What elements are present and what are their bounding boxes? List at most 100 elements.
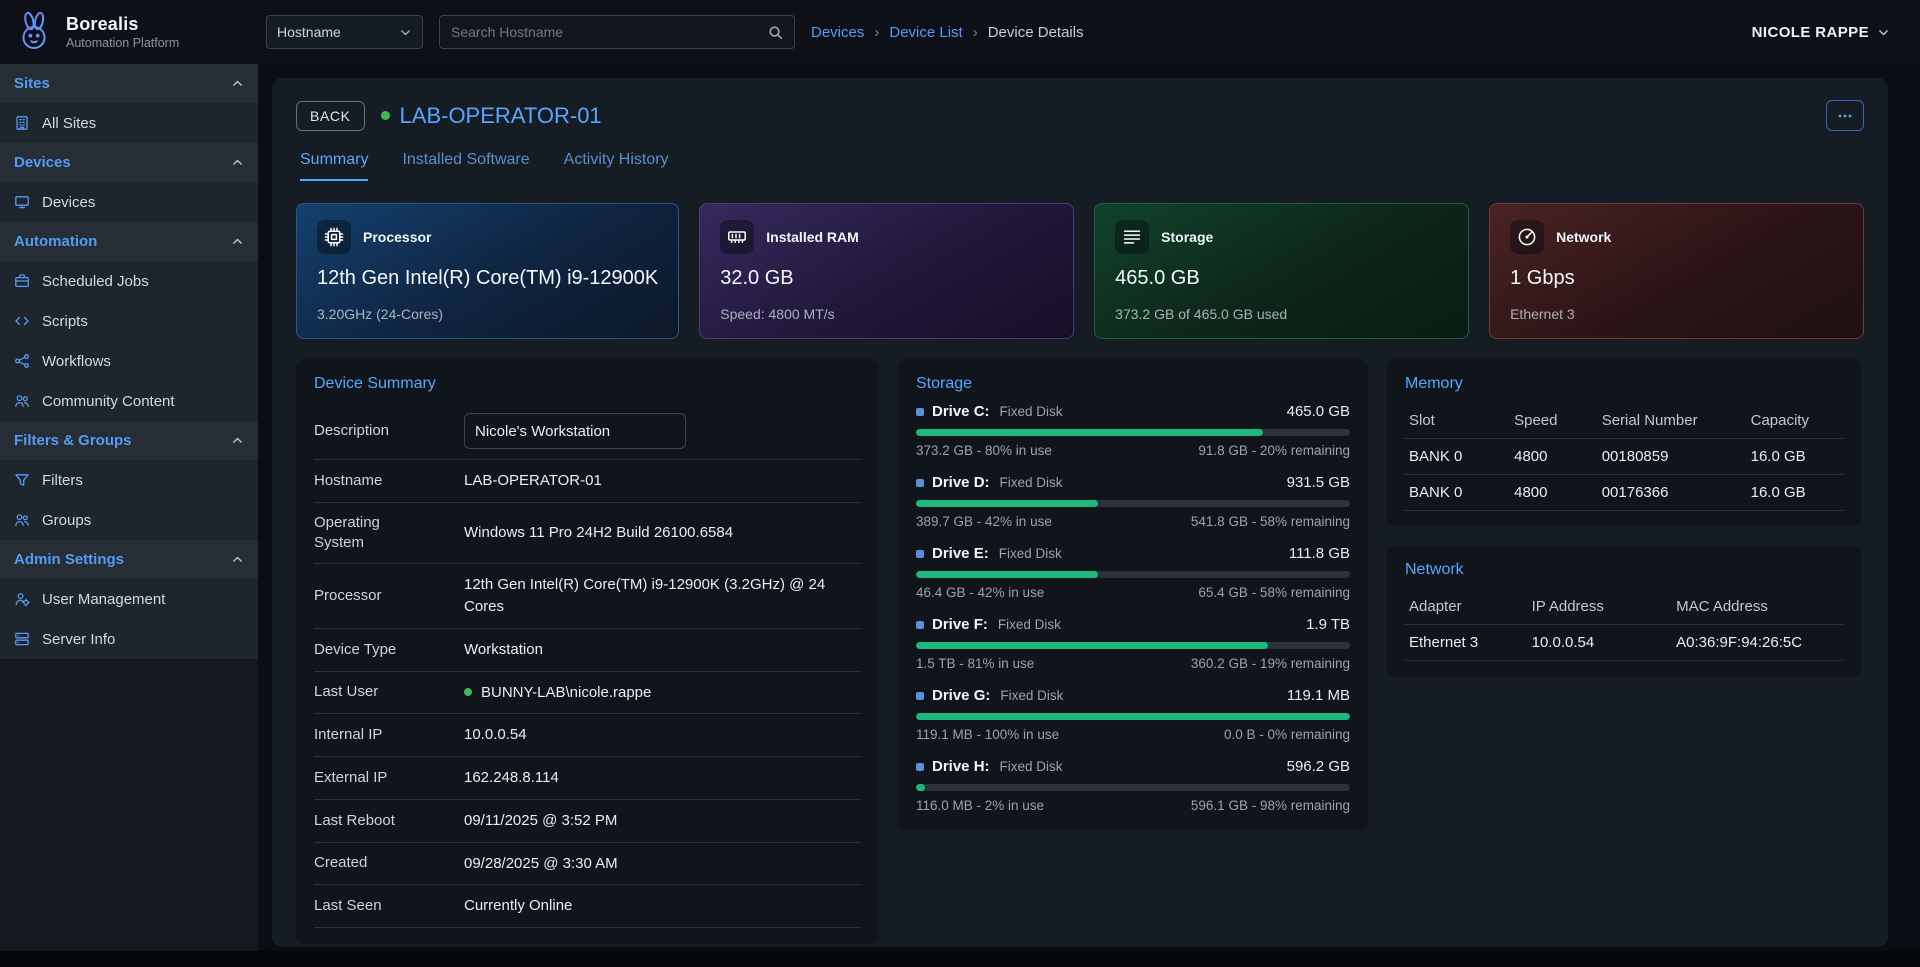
drive-usage-bar <box>916 713 1350 720</box>
chevron-down-icon <box>399 26 412 39</box>
breadcrumb-devices[interactable]: Devices <box>811 24 864 41</box>
drive-type: Fixed Disk <box>1000 759 1063 774</box>
breadcrumb-device-list[interactable]: Device List <box>889 24 962 41</box>
sidebar-item-scripts[interactable]: Scripts <box>0 301 258 341</box>
drive-name: Drive C: <box>932 403 990 420</box>
column-header: Capacity <box>1747 403 1843 439</box>
online-status-dot <box>381 111 390 120</box>
chevron-down-icon <box>1877 26 1890 39</box>
drive-item-c: Drive C: Fixed Disk 465.0 GB 373.2 GB - … <box>916 403 1350 458</box>
column-header: Slot <box>1405 403 1510 439</box>
summary-row-hostname: Hostname LAB-OPERATOR-01 <box>314 460 861 503</box>
stat-footer: Speed: 4800 MT/s <box>720 306 1053 322</box>
nav-item-label: User Management <box>42 591 165 608</box>
stat-card-storage: Storage 465.0 GB 373.2 GB of 465.0 GB us… <box>1094 203 1469 339</box>
row-value: 09/11/2025 @ 3:52 PM <box>464 810 617 832</box>
row-label: Last Reboot <box>314 811 464 831</box>
chevron-up-icon <box>231 235 244 248</box>
nav-item-label: Scripts <box>42 313 88 330</box>
user-menu[interactable]: NICOLE RAPPE <box>1752 24 1890 41</box>
row-value: 10.0.0.54 <box>464 724 527 746</box>
sidebar-item-filters[interactable]: Filters <box>0 460 258 500</box>
drive-used: 46.4 GB - 42% in use <box>916 585 1044 600</box>
stat-footer: Ethernet 3 <box>1510 306 1843 322</box>
hostname-filter-dropdown[interactable]: Hostname <box>266 15 423 49</box>
memory-cell: BANK 0 <box>1405 439 1510 475</box>
summary-row-description: Description <box>314 403 861 460</box>
back-button[interactable]: BACK <box>296 101 365 131</box>
drive-used: 119.1 MB - 100% in use <box>916 727 1059 742</box>
network-table: Adapter IP Address MAC Address Ethernet … <box>1405 589 1843 661</box>
sidebar-section-automation[interactable]: Automation <box>0 222 258 261</box>
description-input[interactable] <box>464 413 686 449</box>
brand: Borealis Automation Platform <box>0 0 258 64</box>
column-header: Adapter <box>1405 589 1528 625</box>
row-value: 12th Gen Intel(R) Core(TM) i9-12900K (3.… <box>464 574 861 618</box>
cpu-icon <box>317 220 351 254</box>
sidebar-section-devices[interactable]: Devices <box>0 143 258 182</box>
sidebar-section-sites[interactable]: Sites <box>0 64 258 103</box>
sidebar-item-community-content[interactable]: Community Content <box>0 381 258 421</box>
drive-remaining: 360.2 GB - 19% remaining <box>1191 656 1350 671</box>
sidebar-section-admin-settings[interactable]: Admin Settings <box>0 540 258 579</box>
sidebar-item-scheduled-jobs[interactable]: Scheduled Jobs <box>0 261 258 301</box>
section-label: Admin Settings <box>14 551 124 568</box>
breadcrumb: Devices › Device List › Device Details <box>811 24 1084 41</box>
borealis-rabbit-logo-icon <box>12 10 56 54</box>
panel-header: BACK LAB-OPERATOR-01 <box>296 100 1864 131</box>
sidebar-item-all-sites[interactable]: All Sites <box>0 103 258 143</box>
stat-value: 12th Gen Intel(R) Core(TM) i9-12900K <box>317 267 658 290</box>
code-icon <box>14 313 30 329</box>
nav-item-label: Filters <box>42 472 83 489</box>
drive-name: Drive E: <box>932 545 989 562</box>
topbar: Hostname Devices › Device List › Device … <box>258 0 1920 64</box>
drive-used: 389.7 GB - 42% in use <box>916 514 1052 529</box>
tab-installed-software[interactable]: Installed Software <box>402 151 529 181</box>
sidebar-item-devices[interactable]: Devices <box>0 182 258 222</box>
sidebar-item-groups[interactable]: Groups <box>0 500 258 540</box>
breadcrumb-separator: › <box>874 24 879 41</box>
more-actions-button[interactable] <box>1826 100 1864 131</box>
drive-item-g: Drive G: Fixed Disk 119.1 MB 119.1 MB - … <box>916 687 1350 742</box>
summary-row-internal-ip: Internal IP 10.0.0.54 <box>314 714 861 757</box>
row-label: Processor <box>314 586 464 606</box>
stat-card-processor: Processor 12th Gen Intel(R) Core(TM) i9-… <box>296 203 679 339</box>
drive-item-h: Drive H: Fixed Disk 596.2 GB 116.0 MB - … <box>916 758 1350 813</box>
stat-cards: Processor 12th Gen Intel(R) Core(TM) i9-… <box>296 203 1864 339</box>
drive-size: 1.9 TB <box>1306 616 1350 633</box>
hostname-filter-value: Hostname <box>277 24 341 40</box>
drive-bullet-icon <box>916 479 924 487</box>
sidebar-item-server-info[interactable]: Server Info <box>0 619 258 659</box>
drive-name: Drive F: <box>932 616 988 633</box>
section-label: Filters & Groups <box>14 432 132 449</box>
briefcase-icon <box>14 273 30 289</box>
search-icon[interactable] <box>768 25 783 40</box>
chevron-up-icon <box>231 553 244 566</box>
row-label: Operating System <box>314 513 464 554</box>
monitor-icon <box>14 194 30 210</box>
stat-card-installed-ram: Installed RAM 32.0 GB Speed: 4800 MT/s <box>699 203 1074 339</box>
stat-label: Storage <box>1161 229 1213 245</box>
drive-type: Fixed Disk <box>1000 404 1063 419</box>
tab-summary[interactable]: Summary <box>300 151 368 181</box>
ram-icon <box>720 220 754 254</box>
drive-item-f: Drive F: Fixed Disk 1.9 TB 1.5 TB - 81% … <box>916 616 1350 671</box>
page-title: LAB-OPERATOR-01 <box>400 103 602 129</box>
workflow-icon <box>14 353 30 369</box>
chevron-up-icon <box>231 156 244 169</box>
summary-row-external-ip: External IP 162.248.8.114 <box>314 757 861 800</box>
sidebar-section-filters-groups[interactable]: Filters & Groups <box>0 421 258 460</box>
device-summary-panel: Device Summary Description Hostname LAB-… <box>296 359 879 944</box>
sidebar-item-workflows[interactable]: Workflows <box>0 341 258 381</box>
sidebar-item-user-management[interactable]: User Management <box>0 579 258 619</box>
network-panel: Network Adapter IP Address MAC Address <box>1387 545 1861 677</box>
tab-activity-history[interactable]: Activity History <box>564 151 669 181</box>
device-details-panel: BACK LAB-OPERATOR-01 Summary Installed S… <box>272 78 1888 947</box>
search-input[interactable] <box>451 24 760 40</box>
stat-card-network: Network 1 Gbps Ethernet 3 <box>1489 203 1864 339</box>
server-icon <box>14 631 30 647</box>
row-value: BUNNY-LAB\nicole.rappe <box>481 682 651 704</box>
row-label: Last Seen <box>314 896 464 916</box>
row-label: Created <box>314 853 464 873</box>
tab-bar: Summary Installed Software Activity Hist… <box>296 151 1864 181</box>
